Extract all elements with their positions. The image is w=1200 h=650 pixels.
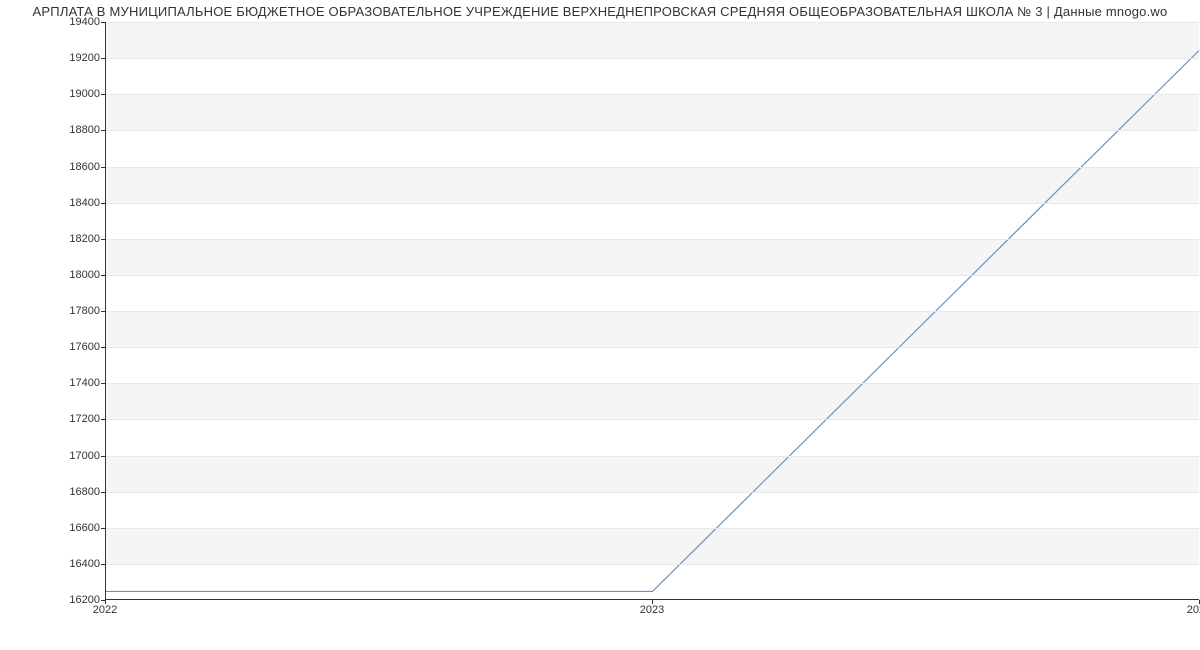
y-axis-tick [101, 419, 105, 420]
y-axis-tick [101, 528, 105, 529]
y-axis-tick-label: 17600 [40, 341, 100, 353]
grid-line [106, 492, 1199, 493]
y-axis-tick-label: 16600 [40, 522, 100, 534]
y-axis-tick-label: 18400 [40, 197, 100, 209]
y-axis-tick [101, 275, 105, 276]
y-axis-tick [101, 383, 105, 384]
y-axis-tick [101, 492, 105, 493]
y-axis-tick [101, 22, 105, 23]
y-axis-tick [101, 564, 105, 565]
chart-container: АРПЛАТА В МУНИЦИПАЛЬНОЕ БЮДЖЕТНОЕ ОБРАЗО… [0, 0, 1200, 650]
chart-title: АРПЛАТА В МУНИЦИПАЛЬНОЕ БЮДЖЕТНОЕ ОБРАЗО… [0, 0, 1200, 21]
y-axis-tick [101, 456, 105, 457]
y-axis-tick-label: 19400 [40, 16, 100, 28]
grid-line [106, 130, 1199, 131]
y-axis-tick-label: 17000 [40, 450, 100, 462]
grid-line [106, 275, 1199, 276]
y-axis-tick-label: 16200 [40, 594, 100, 606]
y-axis-tick [101, 311, 105, 312]
grid-line [106, 564, 1199, 565]
grid-line [106, 58, 1199, 59]
x-axis-tick [652, 600, 653, 604]
y-axis-tick [101, 203, 105, 204]
x-axis-tick-label: 2024 [1187, 604, 1200, 616]
grid-line [106, 94, 1199, 95]
y-axis-tick-label: 16800 [40, 486, 100, 498]
y-axis-tick [101, 94, 105, 95]
y-axis-tick-label: 19200 [40, 52, 100, 64]
grid-line [106, 239, 1199, 240]
y-axis-tick-label: 18600 [40, 161, 100, 173]
y-axis-tick-label: 18800 [40, 124, 100, 136]
y-axis-tick-label: 17400 [40, 377, 100, 389]
y-axis-tick-label: 18000 [40, 269, 100, 281]
y-axis-tick [101, 130, 105, 131]
grid-line [106, 22, 1199, 23]
y-axis-tick-label: 18200 [40, 233, 100, 245]
x-axis-tick [105, 600, 106, 604]
y-axis-tick-label: 16400 [40, 558, 100, 570]
grid-line [106, 311, 1199, 312]
y-axis-tick-label: 17800 [40, 305, 100, 317]
grid-line [106, 203, 1199, 204]
x-axis-tick-label: 2023 [640, 604, 664, 616]
grid-line [106, 528, 1199, 529]
grid-line [106, 347, 1199, 348]
grid-line [106, 167, 1199, 168]
y-axis-tick-label: 17200 [40, 413, 100, 425]
y-axis-tick [101, 347, 105, 348]
x-axis-tick-label: 2022 [93, 604, 117, 616]
y-axis-tick [101, 167, 105, 168]
y-axis-tick [101, 58, 105, 59]
y-axis-tick-label: 19000 [40, 88, 100, 100]
grid-line [106, 383, 1199, 384]
plot-area [105, 22, 1199, 600]
grid-line [106, 456, 1199, 457]
grid-line [106, 419, 1199, 420]
y-axis-tick [101, 239, 105, 240]
